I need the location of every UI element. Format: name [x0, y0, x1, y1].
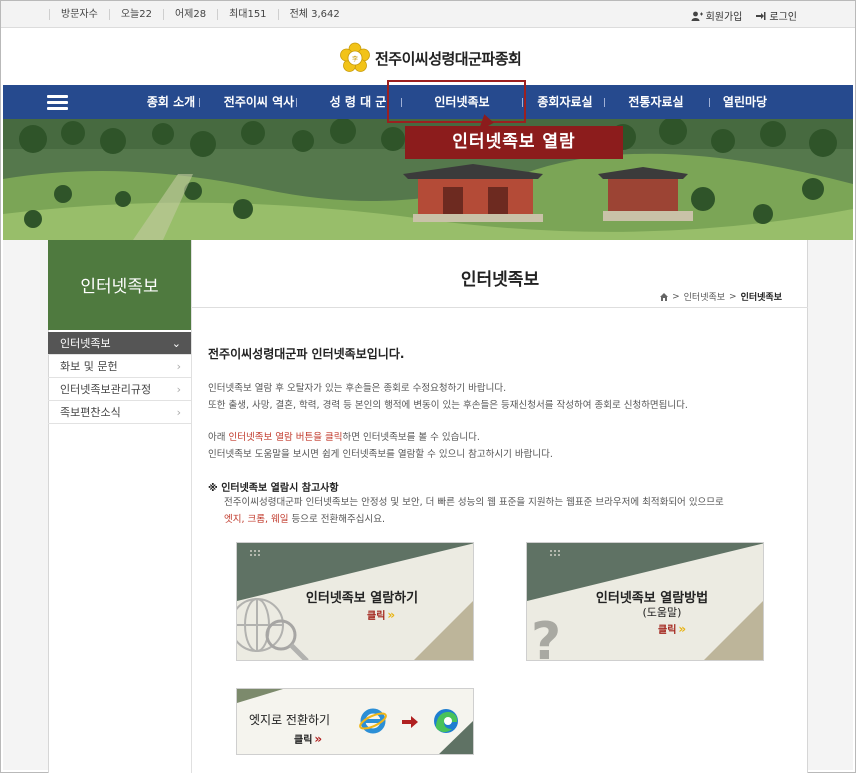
sidebar-item-label: 인터넷족보관리규정: [60, 383, 152, 396]
browser-note: ※ 인터넷족보 열람시 참고사항 전주이씨성령대군파 인터넷족보는 안정성 및 …: [208, 479, 798, 528]
card-title: 엣지로 전환하기: [249, 713, 331, 727]
view-genealogy-button[interactable]: 인터넷족보 열람하기 클릭 »: [236, 542, 474, 661]
user-plus-icon: [691, 11, 703, 21]
double-chevron-right-icon: »: [678, 621, 686, 636]
note-line: 전주이씨성령대군파 인터넷족보는 안정성 및 보안, 더 빠른 성능의 웹 표준…: [224, 497, 724, 508]
guide-text: 아래: [208, 432, 229, 443]
title-divider: [192, 307, 808, 308]
switch-to-edge-button[interactable]: 엣지로 전환하기 클릭 »: [236, 688, 474, 755]
guide-line: 아래 인터넷족보 열람 버튼을 클릭하면 인터넷족보를 볼 수 있습니다.: [208, 429, 798, 446]
notice-line: 인터넷족보 열람 후 오탈자가 있는 후손들은 종회로 수정요청하기 바랍니다.: [208, 383, 507, 394]
nav-item-history[interactable]: 전주이씨 역사: [209, 85, 309, 119]
click-hint: 클릭 »: [658, 621, 686, 637]
chevron-down-icon: ⌄: [171, 337, 181, 350]
visitor-max: 최대151: [217, 9, 278, 20]
login-label: 로그인: [769, 12, 797, 23]
sidebar-item-label: 인터넷족보: [60, 337, 111, 350]
sidebar-item-photos[interactable]: 화보 및 문헌 ›: [48, 355, 191, 378]
svg-text:?: ?: [531, 612, 561, 661]
sidebar-item-label: 화보 및 문헌: [60, 360, 118, 373]
breadcrumb-separator: >: [729, 291, 737, 302]
site-name: 전주이씨성령대군파종회: [375, 49, 522, 68]
visitor-today: 오늘22: [108, 9, 163, 20]
notice-line: 또한 출생, 사망, 결혼, 학력, 경력 등 본인의 행적에 변동이 있는 후…: [208, 400, 688, 411]
click-hint: 클릭 »: [367, 607, 395, 623]
sidebar-menu: 인터넷족보 ⌄ 화보 및 문헌 › 인터넷족보관리규정 › 족보편찬소식 ›: [48, 332, 191, 424]
notice-paragraph: 인터넷족보 열람 후 오탈자가 있는 후손들은 종회로 수정요청하기 바랍니다.…: [208, 380, 798, 414]
nav-item-board[interactable]: 열린마당: [700, 85, 790, 119]
visitor-total: 전체 3,642: [277, 9, 351, 20]
sidebar-item-label: 족보편찬소식: [60, 406, 121, 419]
click-label: 클릭: [294, 735, 313, 746]
login-link[interactable]: 로그인: [756, 8, 797, 23]
note-title: ※ 인터넷족보 열람시 참고사항: [208, 483, 339, 494]
sidebar-divider: [191, 240, 192, 773]
hamburger-menu-icon[interactable]: [47, 95, 68, 110]
sidebar-item-news[interactable]: 족보편찬소식 ›: [48, 401, 191, 424]
double-chevron-right-icon: »: [314, 731, 322, 746]
breadcrumb-item[interactable]: 인터넷족보: [684, 290, 725, 303]
note-browsers: 엣지, 크롬, 웨일: [224, 514, 289, 525]
arrow-right-icon: [402, 716, 418, 728]
chevron-right-icon: ›: [176, 360, 181, 373]
guide-paragraph: 아래 인터넷족보 열람 버튼을 클릭하면 인터넷족보를 볼 수 있습니다. 인터…: [208, 429, 798, 463]
nav-item-about[interactable]: 종회 소개: [119, 85, 223, 119]
breadcrumb: > 인터넷족보 > 인터넷족보: [660, 290, 782, 303]
join-link[interactable]: 회원가입: [691, 8, 743, 23]
guide-text: 하면 인터넷족보를 볼 수 있습니다.: [342, 432, 480, 443]
member-links: 회원가입 로그인: [691, 8, 797, 23]
plum-blossom-logo-icon: 李: [340, 42, 370, 72]
nav-item-tradition[interactable]: 전통자료실: [606, 85, 706, 119]
internet-explorer-icon: [359, 708, 387, 734]
site-header: 李 전주이씨성령대군파종회: [1, 28, 855, 85]
note-line: 엣지, 크롬, 웨일 등으로 전환해주십시요.: [224, 511, 798, 528]
edge-browser-icon: [434, 709, 458, 733]
svg-text:李: 李: [352, 55, 358, 63]
home-icon[interactable]: [660, 292, 669, 301]
site-logo[interactable]: 李 전주이씨성령대군파종회: [339, 42, 522, 74]
visitor-label: 방문자수: [49, 9, 109, 20]
note-text: 등으로 전환해주십시요.: [288, 514, 385, 525]
chevron-right-icon: ›: [176, 406, 181, 419]
click-hint: 클릭 »: [294, 731, 322, 747]
view-help-button[interactable]: ? 인터넷족보 열람방법 (도움말) 클릭 »: [526, 542, 764, 661]
note-body: 전주이씨성령대군파 인터넷족보는 안정성 및 보안, 더 빠른 성능의 웹 표준…: [208, 494, 798, 528]
card-subtitle: (도움말): [642, 606, 682, 619]
main-content: 전주이씨성령대군파 인터넷족보입니다. 인터넷족보 열람 후 오탈자가 있는 후…: [208, 345, 798, 528]
breadcrumb-current: 인터넷족보: [740, 293, 782, 303]
sign-in-icon: [756, 11, 766, 20]
nav-item-archive[interactable]: 종회자료실: [515, 85, 615, 119]
card-title: 인터넷족보 열람하기: [305, 591, 419, 606]
nav-highlight-box: [387, 80, 526, 123]
join-label: 회원가입: [705, 12, 743, 23]
click-label: 클릭: [658, 625, 677, 636]
guide-line: 인터넷족보 도움말을 보시면 쉽게 인터넷족보를 열람할 수 있으니 참고하시기…: [208, 449, 553, 460]
banner-callout: 인터넷족보 열람: [405, 126, 623, 159]
nav-separator: [604, 98, 605, 107]
sidebar-item-rules[interactable]: 인터넷족보관리규정 ›: [48, 378, 191, 401]
chevron-right-icon: ›: [176, 383, 181, 396]
nav-separator: [296, 98, 297, 107]
page-title: 인터넷족보: [460, 270, 540, 290]
guide-highlight: 인터넷족보 열람 버튼을 클릭: [228, 432, 343, 443]
visitor-yesterday: 어제28: [162, 9, 217, 20]
intro-heading: 전주이씨성령대군파 인터넷족보입니다.: [208, 347, 405, 361]
double-chevron-right-icon: »: [387, 607, 395, 622]
click-label: 클릭: [367, 611, 386, 622]
breadcrumb-separator: >: [672, 291, 680, 302]
visitor-counter: 방문자수 오늘22 어제28 최대151 전체 3,642: [49, 9, 351, 20]
nav-separator: [199, 98, 200, 107]
sidebar-title: 인터넷족보: [48, 240, 191, 330]
top-bar: 방문자수 오늘22 어제28 최대151 전체 3,642 회원가입 로그인: [1, 1, 855, 28]
sidebar-item-genealogy[interactable]: 인터넷족보 ⌄: [48, 332, 191, 355]
